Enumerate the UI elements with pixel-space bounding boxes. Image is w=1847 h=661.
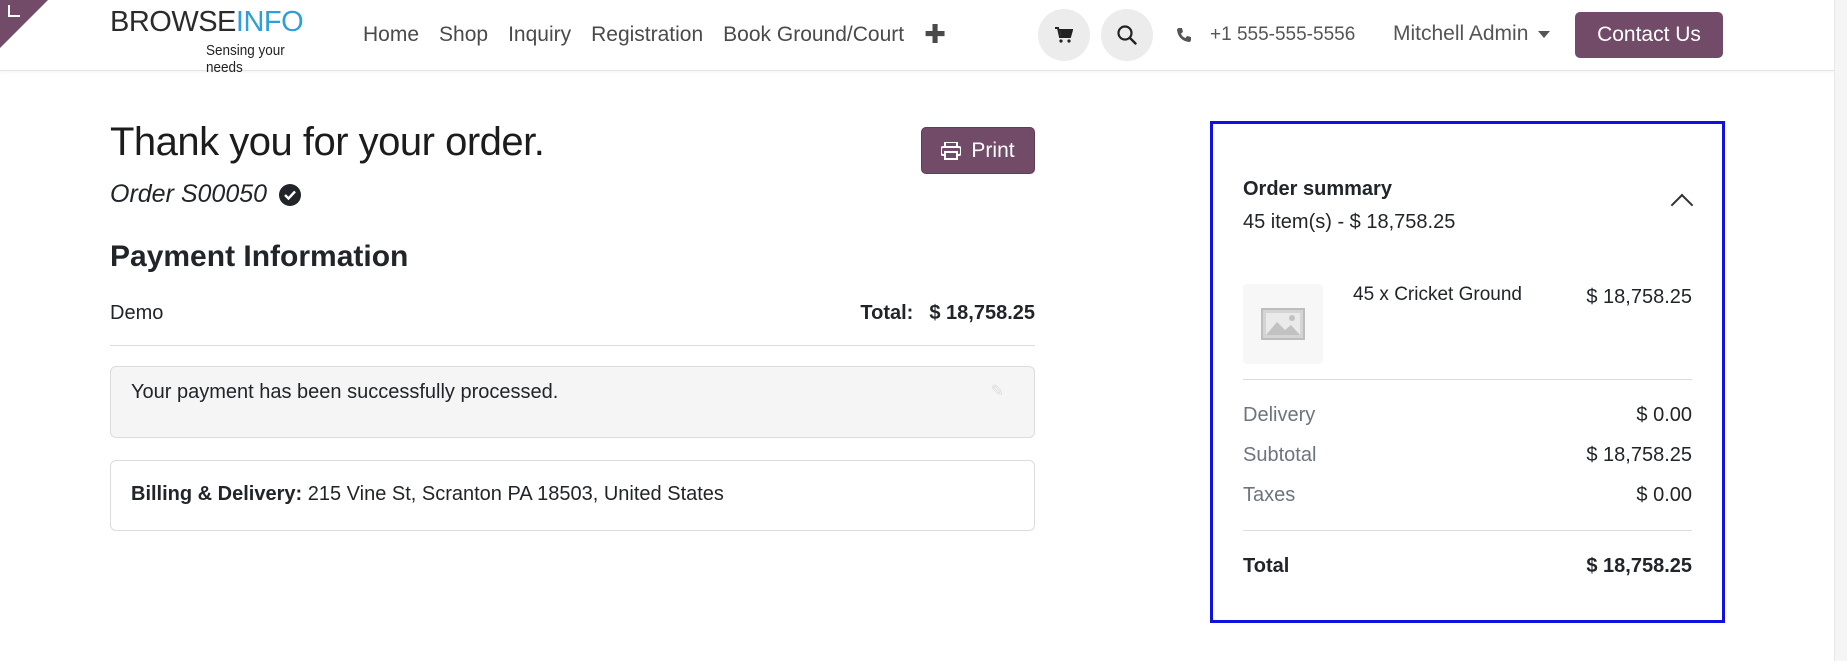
phone-link[interactable]: +1 555-555-5556	[1176, 24, 1355, 46]
image-placeholder-icon	[1261, 308, 1305, 340]
logo-tagline: Sensing your needs	[206, 42, 285, 76]
divider	[110, 345, 1035, 346]
order-reference: Order S00050	[110, 180, 302, 209]
payment-total-label: Total:	[860, 302, 914, 324]
divider	[1243, 530, 1692, 531]
page-title: Thank you for your order.	[110, 120, 545, 164]
delivery-value: $ 0.00	[1636, 404, 1692, 426]
product-image	[1243, 284, 1323, 364]
divider	[1243, 379, 1692, 380]
search-icon	[1117, 25, 1137, 45]
total-row: Total $ 18,758.25	[1243, 555, 1692, 578]
billing-address: 215 Vine St, Scranton PA 18503, United S…	[307, 483, 724, 505]
payment-method: Demo	[110, 302, 164, 324]
search-button[interactable]	[1101, 9, 1153, 61]
item-name: 45 x Cricket Ground	[1353, 284, 1522, 305]
print-label: Print	[971, 138, 1015, 162]
payment-total: Total: $ 18,758.25	[860, 302, 1035, 325]
nav-book-ground[interactable]: Book Ground/Court	[723, 22, 904, 48]
cart-icon	[1055, 27, 1073, 43]
order-summary-count: 45 item(s) - $ 18,758.25	[1243, 211, 1456, 233]
payment-total-value: $ 18,758.25	[929, 302, 1035, 324]
billing-delivery-box: Billing & Delivery: 215 Vine St, Scranto…	[110, 460, 1035, 531]
list-item: 45 x Cricket Ground $ 18,758.25	[1243, 284, 1692, 364]
cart-button[interactable]	[1038, 9, 1090, 61]
phone-number: +1 555-555-5556	[1210, 24, 1356, 45]
subtotal-row: Subtotal $ 18,758.25	[1243, 444, 1692, 467]
nav-home[interactable]: Home	[363, 22, 419, 48]
chevron-up-icon[interactable]	[1670, 193, 1694, 217]
payment-heading: Payment Information	[110, 240, 409, 273]
success-message: Your payment has been successfully proce…	[131, 381, 559, 403]
plus-icon[interactable]: ✚	[924, 21, 946, 48]
taxes-value: $ 0.00	[1636, 484, 1692, 506]
billing-label: Billing & Delivery:	[131, 483, 303, 505]
subtotal-label: Subtotal	[1243, 444, 1317, 466]
chevron-down-icon	[1538, 30, 1551, 38]
payment-row: Demo Total: $ 18,758.25	[110, 302, 1035, 325]
subtotal-value: $ 18,758.25	[1586, 444, 1692, 466]
contact-us-button[interactable]: Contact Us	[1575, 12, 1723, 58]
header: BROWSEINFO Sensing your needs Home Shop …	[0, 0, 1847, 77]
nav-registration[interactable]: Registration	[591, 22, 703, 48]
taxes-label: Taxes	[1243, 484, 1296, 506]
delivery-row: Delivery $ 0.00	[1243, 404, 1692, 427]
total-value: $ 18,758.25	[1586, 555, 1692, 577]
total-label: Total	[1243, 555, 1290, 577]
order-number: Order S00050	[110, 180, 268, 208]
order-summary-panel: Order summary 45 item(s) - $ 18,758.25 4…	[1210, 121, 1725, 623]
user-name: Mitchell Admin	[1393, 22, 1529, 45]
site-logo[interactable]: BROWSEINFO Sensing your needs	[110, 6, 325, 77]
delivery-label: Delivery	[1243, 404, 1316, 426]
check-circle-icon	[279, 183, 302, 206]
print-button[interactable]: Print	[921, 127, 1035, 174]
logo-text-part1: BROWSE	[110, 6, 236, 38]
order-summary-header[interactable]: Order summary 45 item(s) - $ 18,758.25	[1243, 178, 1455, 234]
pencil-icon[interactable]: ✎	[991, 381, 1004, 401]
payment-success-alert: Your payment has been successfully proce…	[110, 366, 1035, 438]
user-menu[interactable]: Mitchell Admin	[1393, 22, 1551, 46]
logo-text-part2: INFO	[235, 6, 304, 38]
printer-icon	[941, 141, 962, 160]
phone-icon	[1177, 28, 1191, 42]
main-nav: Home Shop Inquiry Registration Book Grou…	[363, 21, 946, 48]
item-price: $ 18,758.25	[1586, 286, 1692, 308]
taxes-row: Taxes $ 0.00	[1243, 484, 1692, 507]
scrollbar[interactable]	[1834, 0, 1847, 661]
order-summary-title: Order summary	[1243, 178, 1392, 200]
nav-inquiry[interactable]: Inquiry	[508, 22, 571, 48]
nav-shop[interactable]: Shop	[439, 22, 488, 48]
